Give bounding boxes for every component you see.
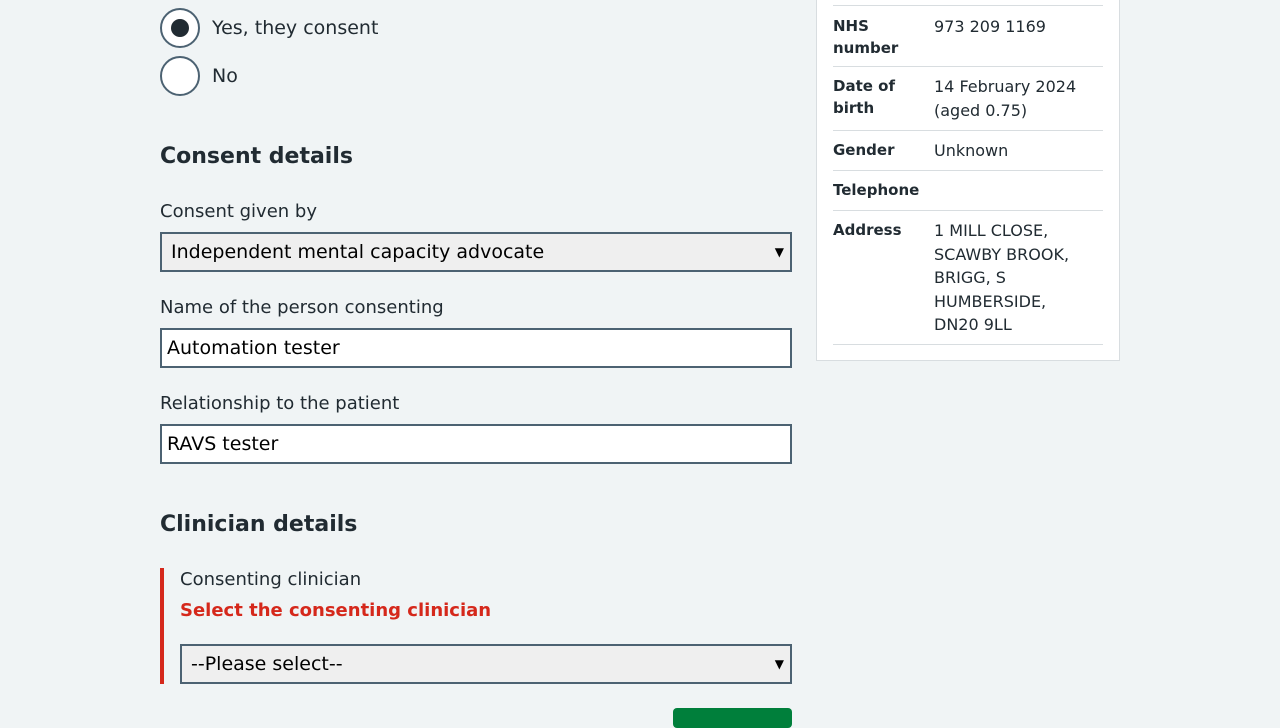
summary-top-divider: [833, 5, 1103, 6]
person-consenting-input[interactable]: Automation tester: [160, 328, 792, 368]
clinician-details-heading: Clinician details: [160, 512, 358, 537]
summary-row-address: Address 1 MILL CLOSE, SCAWBY BROOK, BRIG…: [833, 219, 1103, 345]
radio-yes-label: Yes, they consent: [212, 17, 379, 39]
gender-key: Gender: [833, 141, 895, 159]
summary-row-telephone: Telephone: [833, 179, 1103, 211]
relationship-value: RAVS tester: [167, 433, 279, 455]
clinician-error-message: Select the consenting clinician: [180, 600, 492, 621]
summary-row-nhs-number: NHS number 973 209 1169: [833, 13, 1103, 67]
patient-summary-card: NHS number 973 209 1169 Date of birth 14…: [816, 0, 1120, 361]
consenting-clinician-value: --Please select--: [191, 653, 343, 675]
telephone-value: [934, 179, 1094, 210]
consent-given-by-label: Consent given by: [160, 201, 317, 222]
chevron-down-icon: ▼: [774, 245, 784, 259]
relationship-label: Relationship to the patient: [160, 393, 400, 414]
address-key: Address: [833, 221, 902, 239]
radio-button-checked[interactable]: [160, 8, 200, 48]
summary-row-date-of-birth: Date of birth 14 February 2024 (aged 0.7…: [833, 75, 1103, 131]
relationship-input[interactable]: RAVS tester: [160, 424, 792, 464]
consent-given-by-select[interactable]: Independent mental capacity advocate ▼: [160, 232, 792, 272]
consent-details-heading: Consent details: [160, 144, 353, 169]
nhs-number-value: 973 209 1169: [934, 17, 1046, 36]
nhs-number-key: NHS number: [833, 17, 899, 57]
radio-button-unchecked[interactable]: [160, 56, 200, 96]
summary-row-gender: Gender Unknown: [833, 139, 1103, 171]
person-consenting-value: Automation tester: [167, 337, 340, 359]
person-consenting-label: Name of the person consenting: [160, 297, 444, 318]
date-of-birth-key: Date of birth: [833, 77, 895, 117]
telephone-key: Telephone: [833, 181, 920, 199]
continue-button[interactable]: [673, 708, 792, 728]
radio-no-label: No: [212, 65, 238, 87]
gender-value: Unknown: [934, 141, 1009, 160]
date-of-birth-value: 14 February 2024 (aged 0.75): [934, 77, 1077, 120]
radio-no-consent[interactable]: No: [160, 56, 238, 96]
radio-yes-consent[interactable]: Yes, they consent: [160, 8, 378, 48]
chevron-down-icon: ▼: [774, 657, 784, 671]
consent-given-by-value: Independent mental capacity advocate: [171, 241, 545, 263]
consenting-clinician-label: Consenting clinician: [180, 569, 362, 590]
consenting-clinician-select[interactable]: --Please select-- ▼: [180, 644, 792, 684]
address-value: 1 MILL CLOSE, SCAWBY BROOK, BRIGG, S HUM…: [934, 221, 1070, 334]
